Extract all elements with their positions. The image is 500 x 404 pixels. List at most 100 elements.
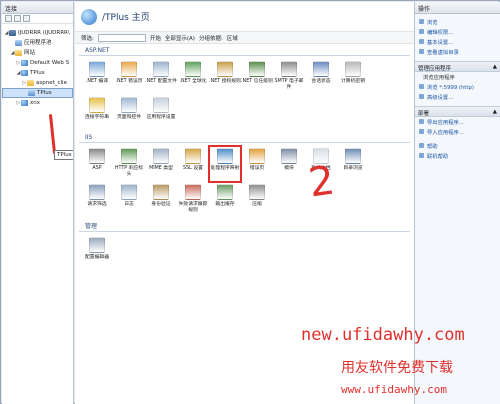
manage-app-section[interactable]: 管理应用程序 ▲ — [415, 61, 500, 72]
feature-icon — [153, 97, 169, 113]
feature-item[interactable]: ASP — [81, 146, 113, 182]
action-link[interactable]: 查看虚拟目录 — [415, 47, 500, 57]
tree-node-label: IJUDRRR (IJUDRRR\ — [18, 30, 70, 36]
folder-icon — [15, 50, 22, 56]
feature-item[interactable]: 请求筛选 — [81, 182, 113, 218]
feature-item[interactable]: .NET 配置文件 — [145, 59, 177, 95]
app-globe-icon — [81, 8, 97, 25]
help-link[interactable]: 联机帮助 — [415, 151, 500, 161]
feature-item[interactable]: 计算机密钥 — [337, 59, 369, 95]
server-icon — [9, 30, 16, 36]
annotation-number: 2 — [305, 157, 338, 207]
feature-grid: 配置编辑器 — [75, 232, 405, 271]
feature-icon — [89, 184, 105, 200]
feature-label: 压缩 — [252, 202, 262, 207]
feature-item[interactable]: 身份验证 — [145, 182, 177, 218]
tree-node-label: 网站 — [24, 50, 36, 56]
filter-go-button[interactable]: 开始 — [150, 34, 161, 42]
tree-node[interactable]: ▷ aspnet_clie — [2, 78, 73, 88]
feature-item[interactable]: SSL 设置 — [177, 146, 209, 182]
feature-item[interactable]: .NET 全球化 — [177, 59, 209, 95]
iis-manager-window: 连接 ◢ IJUDRRR (IJUDRRR\ 应用程序池 ◢ 网站 ▷ Default We… — [0, 0, 500, 404]
tree-node-label: aspnet_clie — [36, 80, 67, 86]
page-header: /TPlus 主页 — [75, 2, 414, 32]
collapse-icon[interactable]: ▲ — [493, 64, 497, 70]
group-by-select[interactable]: 区域 — [227, 34, 238, 42]
feature-sections: ASP.NET .NET 编译 .NET 错误页 .NET 配置文件 .NET 全球化.… — [75, 44, 414, 271]
feature-label: HTTP 响应标头 — [114, 166, 144, 177]
action-link[interactable]: 浏览 — [415, 17, 500, 27]
feature-item[interactable]: 页面和控件 — [113, 95, 145, 131]
tree-node[interactable]: ◢ TPlus — [2, 68, 73, 78]
feature-item[interactable]: .NET 信任级别 — [241, 59, 273, 95]
browse-link[interactable]: 浏览 *:5999 (http) — [415, 82, 500, 92]
tree-node[interactable]: ▷ Default Web S — [2, 58, 73, 68]
feature-item[interactable]: 模块 — [273, 146, 305, 182]
collapse-icon[interactable]: ▲ — [493, 109, 497, 115]
tree-node[interactable]: ◢ IJUDRRR (IJUDRRR\ — [2, 28, 73, 38]
tree-node[interactable]: 应用程序池 — [2, 38, 73, 48]
connections-toolbar — [2, 14, 73, 24]
feature-item[interactable]: MIME 类型 — [145, 146, 177, 182]
connect-icon[interactable] — [5, 15, 12, 22]
feature-item[interactable]: HTTP 响应标头 — [113, 146, 145, 182]
feature-label: 请求筛选 — [87, 202, 107, 207]
page-title: /TPlus 主页 — [102, 13, 150, 23]
feature-item[interactable]: .NET 错误页 — [113, 59, 145, 95]
tree-node[interactable]: ◢ 网站 — [2, 48, 73, 58]
section-header[interactable]: 管理 — [79, 218, 410, 232]
feature-item[interactable]: 连接字符串 — [81, 95, 113, 131]
tree-node-label: TPlus — [37, 90, 52, 96]
tree-node[interactable]: ▷ xnx — [2, 98, 73, 108]
deploy-section[interactable]: 部署 ▲ — [415, 106, 500, 117]
save-icon[interactable] — [14, 15, 21, 22]
deploy-link[interactable]: 导出应用程序... — [415, 117, 500, 127]
feature-item[interactable]: .NET 编译 — [81, 59, 113, 95]
show-all-button[interactable]: 全部显示(A) — [165, 34, 195, 42]
help-link[interactable]: 帮助 — [415, 141, 500, 151]
refresh-icon[interactable] — [23, 15, 30, 22]
watermark-url: new.ufidawhy.com — [301, 325, 465, 345]
filter-input[interactable] — [97, 33, 146, 42]
feature-icon — [185, 61, 201, 77]
action-link[interactable]: 编辑权限... — [415, 27, 500, 37]
feature-item[interactable]: 处理程序映射 — [208, 145, 242, 183]
section-header[interactable]: IIS — [79, 131, 410, 143]
feature-item[interactable]: .NET 授权规则 — [209, 59, 241, 95]
feature-icon — [121, 97, 137, 113]
feature-item[interactable]: 失败请求跟踪规则 — [177, 182, 209, 218]
feature-label: 错误页 — [249, 166, 265, 171]
deploy-links: 导出应用程序... 导入应用程序... — [415, 117, 500, 137]
action-link[interactable]: 基本设置... — [415, 37, 500, 47]
feature-label: 会话状态 — [311, 79, 331, 84]
feature-item[interactable]: 输出缓存 — [209, 182, 241, 218]
annotation-red-mark — [48, 113, 57, 155]
feature-item[interactable]: 日志 — [113, 182, 145, 218]
feature-item[interactable]: 错误页 — [241, 146, 273, 182]
deploy-link[interactable]: 导入应用程序... — [415, 127, 500, 137]
browse-app-label: 浏览应用程序 — [423, 75, 455, 81]
feature-icon — [185, 148, 201, 164]
feature-label: 处理程序映射 — [210, 166, 240, 171]
actions-top-links: 浏览 编辑权限... 基本设置... 查看虚拟目录 — [415, 14, 500, 57]
feature-item[interactable]: 配置编辑器 — [81, 235, 113, 271]
feature-item[interactable]: 压缩 — [241, 182, 273, 218]
feature-label: 配置编辑器 — [85, 255, 109, 260]
feature-label: SSL 设置 — [183, 166, 203, 171]
feature-item[interactable]: 应用程序设置 — [145, 95, 177, 131]
feature-label: SMTP 电子邮件 — [274, 79, 304, 90]
feature-icon — [89, 97, 105, 113]
feature-item[interactable]: SMTP 电子邮件 — [273, 59, 305, 95]
feature-label: 计算机密钥 — [341, 79, 365, 84]
section-header[interactable]: ASP.NET — [79, 44, 410, 56]
advanced-settings-link[interactable]: 高级设置... — [415, 92, 500, 102]
tree-node[interactable]: TPlus — [2, 88, 73, 98]
feature-item[interactable]: 目录浏览 — [337, 146, 369, 182]
watermark-cn: 用友软件免费下载 — [341, 360, 453, 376]
connections-header: 连接 — [2, 2, 73, 14]
feature-icon — [249, 61, 265, 77]
app-pool-icon — [15, 40, 22, 46]
feature-item[interactable]: 会话状态 — [305, 59, 337, 95]
feature-icon — [153, 61, 169, 77]
tree-node-label: Default Web S — [30, 60, 70, 66]
